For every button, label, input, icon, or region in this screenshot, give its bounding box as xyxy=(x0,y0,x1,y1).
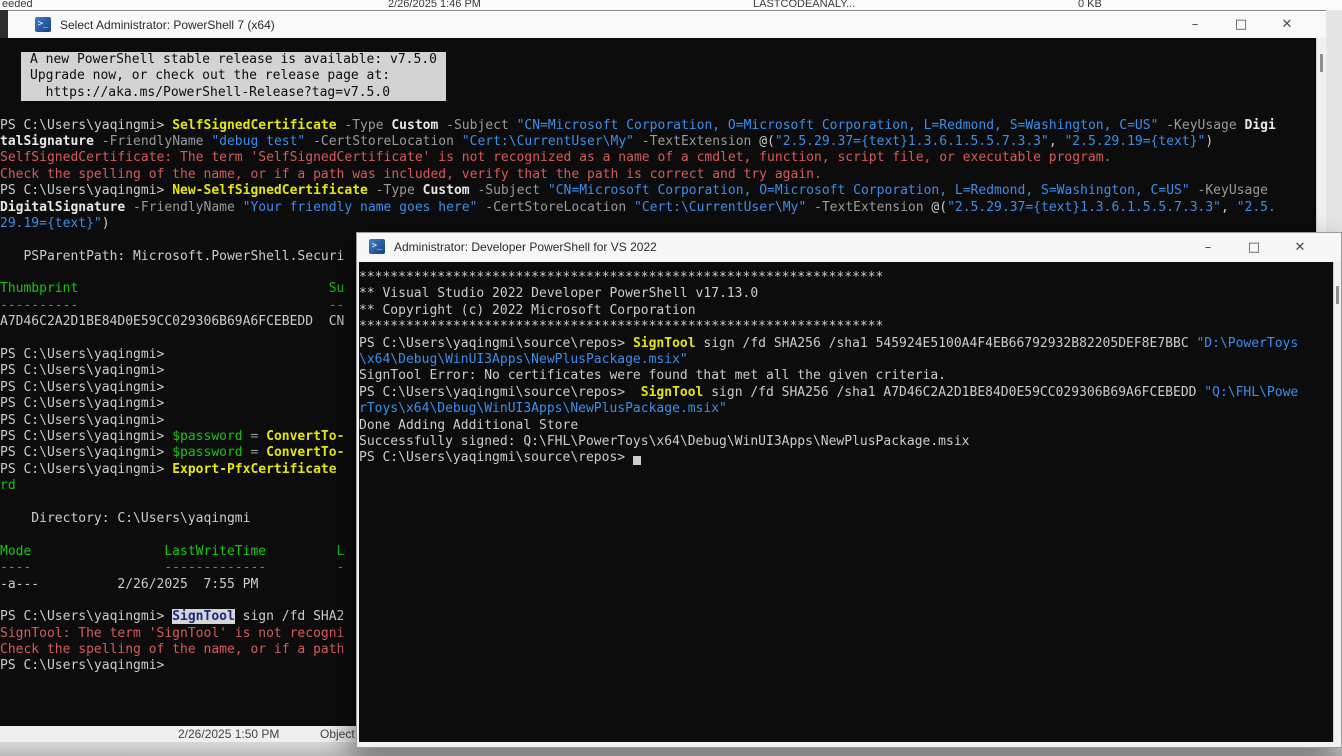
close-button[interactable]: ✕ xyxy=(1264,11,1310,38)
terminal-line: ** Copyright (c) 2022 Microsoft Corporat… xyxy=(359,303,1333,319)
terminal-line: PS C:\Users\yaqingmi\source\repos> SignT… xyxy=(359,336,1333,352)
front-window-title: Administrator: Developer PowerShell for … xyxy=(394,240,657,254)
explorer-row-top: eeded 2/26/2025 1:46 PM LASTCODEANALY...… xyxy=(0,0,1342,10)
close-button[interactable]: ✕ xyxy=(1277,233,1323,262)
explorer-file-date: 2/26/2025 1:46 PM xyxy=(388,0,481,10)
explorer-file-size: 0 KB xyxy=(1078,0,1102,10)
front-terminal-lines: ****************************************… xyxy=(359,270,1333,467)
terminal-line: \x64\Debug\WinUI3Apps\NewPlusPackage.msi… xyxy=(359,352,1333,368)
terminal-line: PS C:\Users\yaqingmi\source\repos> xyxy=(359,450,1333,466)
explorer-file-label: LASTCODEANALY... xyxy=(753,0,855,10)
terminal-line: Done Adding Additional Store xyxy=(359,418,1333,434)
explorer-file-type: Object xyxy=(320,726,355,742)
explorer-file-date: 2/26/2025 1:50 PM xyxy=(178,726,279,742)
scrollbar-thumb[interactable] xyxy=(1336,286,1339,304)
background-window-sliver xyxy=(0,10,8,38)
powershell-icon: >_ xyxy=(35,17,51,32)
front-terminal-scrollbar[interactable] xyxy=(1333,262,1341,742)
terminal-line: Upgrade now, or check out the release pa… xyxy=(30,68,437,84)
explorer-file-name: eeded xyxy=(2,0,33,10)
terminal-line: ****************************************… xyxy=(359,319,1333,335)
terminal-line: SelfSignedCertificate: The term 'SelfSig… xyxy=(0,150,1316,166)
powershell-icon: >_ xyxy=(369,239,385,254)
maximize-button[interactable]: □ xyxy=(1218,11,1264,38)
terminal-line: DigitalSignature -FriendlyName "Your fri… xyxy=(0,200,1316,216)
back-window-titlebar[interactable]: >_ Select Administrator: PowerShell 7 (x… xyxy=(8,10,1326,38)
screen: eeded 2/26/2025 1:46 PM LASTCODEANALY...… xyxy=(0,0,1342,756)
terminal-line: ** Visual Studio 2022 Developer PowerShe… xyxy=(359,286,1333,302)
terminal-line xyxy=(0,101,1316,117)
scrollbar-thumb[interactable] xyxy=(1320,54,1323,72)
front-window-titlebar[interactable]: >_ Administrator: Developer PowerShell f… xyxy=(357,233,1341,262)
terminal-line: Check the spelling of the name, or if a … xyxy=(0,167,1316,183)
terminal-line: PS C:\Users\yaqingmi> New-SelfSignedCert… xyxy=(0,183,1316,199)
terminal-line: talSignature -FriendlyName "debug test" … xyxy=(0,134,1316,150)
terminal-line: SignTool Error: No certificates were fou… xyxy=(359,368,1333,384)
minimize-button[interactable]: – xyxy=(1185,233,1231,262)
front-window: >_ Administrator: Developer PowerShell f… xyxy=(356,232,1342,748)
terminal-line: ****************************************… xyxy=(359,270,1333,286)
terminal-line: PS C:\Users\yaqingmi\source\repos> SignT… xyxy=(359,385,1333,401)
back-window-title: Select Administrator: PowerShell 7 (x64) xyxy=(60,18,275,32)
terminal-cursor xyxy=(633,456,641,465)
terminal-line: A new PowerShell stable release is avail… xyxy=(30,52,437,68)
maximize-button[interactable]: □ xyxy=(1231,233,1277,262)
front-terminal-content[interactable]: ****************************************… xyxy=(359,262,1333,742)
terminal-line: rToys\x64\Debug\WinUI3Apps\NewPlusPackag… xyxy=(359,401,1333,417)
powershell-update-notice: A new PowerShell stable release is avail… xyxy=(21,52,446,101)
terminal-line: PS C:\Users\yaqingmi> SelfSignedCertific… xyxy=(0,118,1316,134)
minimize-button[interactable]: – xyxy=(1172,11,1218,38)
terminal-line: https://aka.ms/PowerShell-Release?tag=v7… xyxy=(30,85,437,101)
terminal-line: Successfully signed: Q:\FHL\PowerToys\x6… xyxy=(359,434,1333,450)
terminal-line: 29.19={text}") xyxy=(0,216,1316,232)
